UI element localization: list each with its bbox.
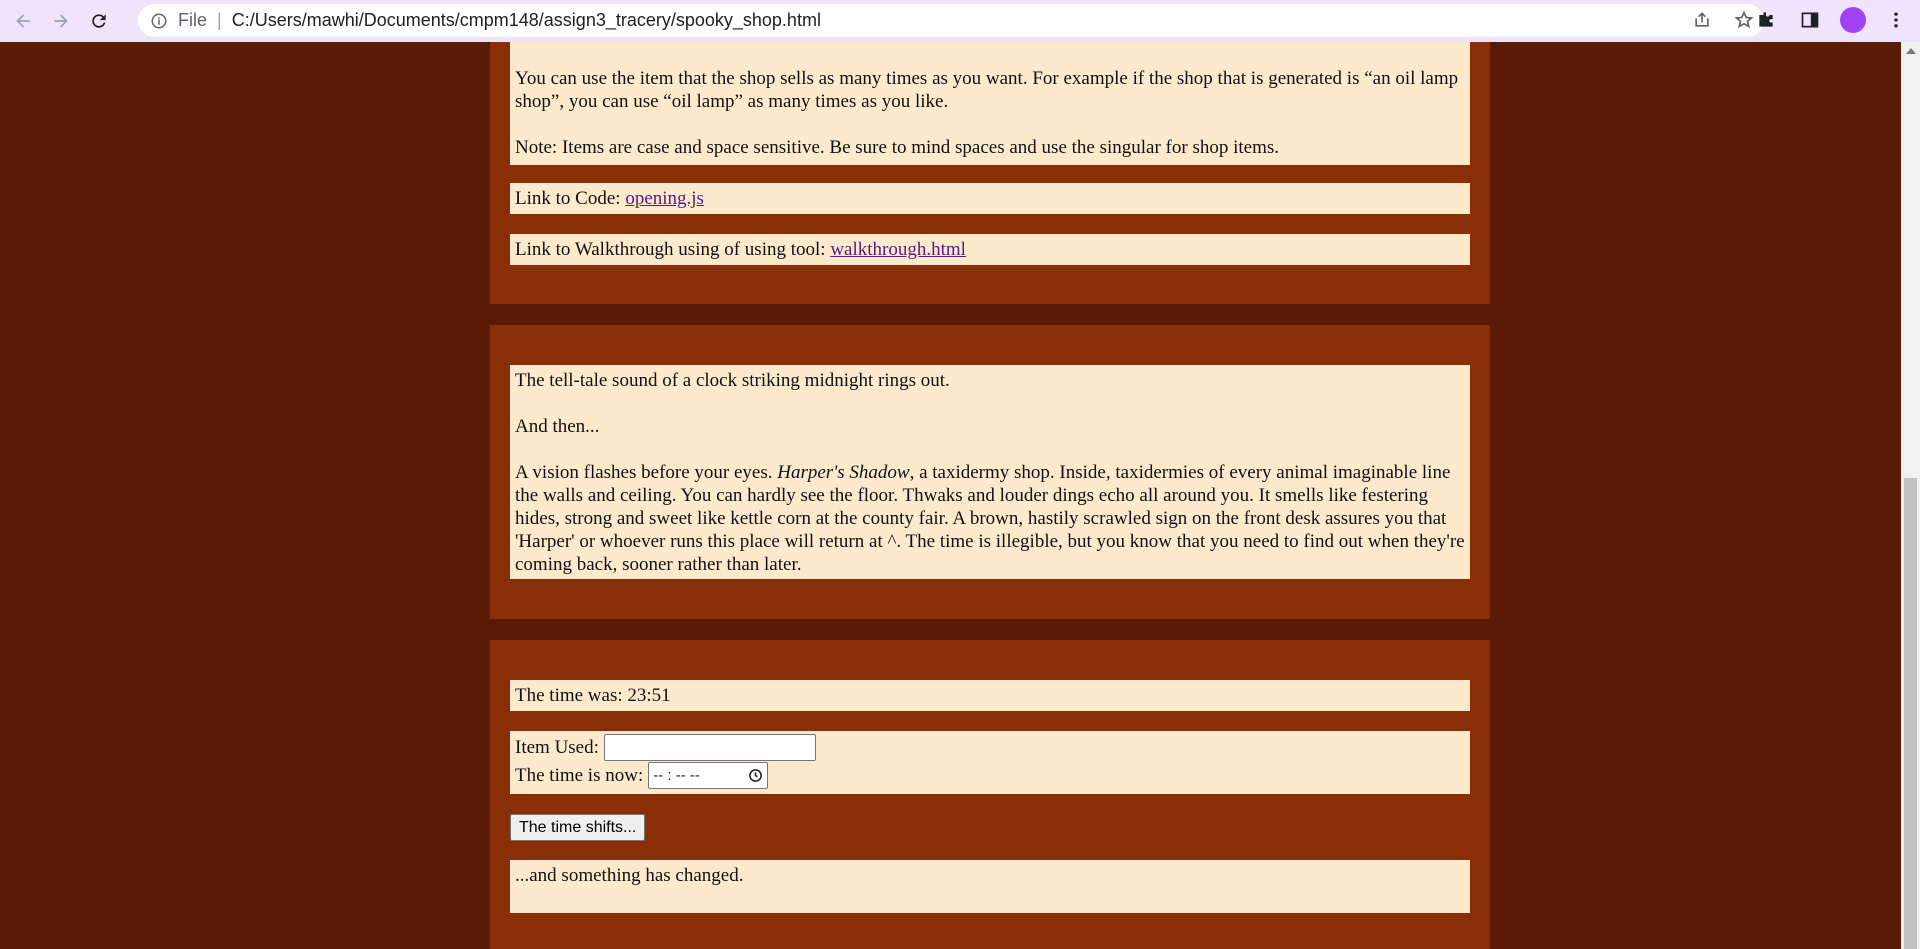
page-content: You can use the item that the shop sells… <box>0 42 1901 949</box>
case-sensitivity-note: Note: Items are case and space sensitive… <box>515 137 1280 158</box>
code-link-box: Link to Code: opening.js <box>510 183 1470 214</box>
page-scrollbar[interactable] <box>1901 42 1920 949</box>
address-bar[interactable]: File | C:/Users/mawhi/Documents/cmpm148/… <box>138 4 1764 37</box>
shop-name: Harper's Shadow <box>777 462 910 483</box>
instructions-panel: You can use the item that the shop sells… <box>490 42 1490 304</box>
walkthrough-link-box: Link to Walkthrough using of using tool:… <box>510 234 1470 265</box>
item-used-row: Item Used: <box>515 733 1465 761</box>
time-now-input[interactable]: -- : -- -- <box>648 761 769 789</box>
input-box: Item Used: The time is now: -- : -- -- <box>510 731 1470 794</box>
story-box: The tell-tale sound of a clock striking … <box>510 365 1470 579</box>
opening-js-link[interactable]: opening.js <box>625 188 704 209</box>
result-box: ...and something has changed. <box>510 860 1470 913</box>
vision-prefix: A vision flashes before your eyes. <box>515 462 773 483</box>
time-placeholder: -- : -- -- <box>653 766 700 784</box>
code-link-prefix: Link to Code: <box>515 188 621 209</box>
game-panel: The time was: 23:51 Item Used: The time … <box>490 640 1490 949</box>
extensions-puzzle-icon[interactable] <box>1752 6 1780 34</box>
clock-icon[interactable] <box>748 768 763 783</box>
time-now-label: The time is now: <box>515 764 644 786</box>
browser-toolbar: File | C:/Users/mawhi/Documents/cmpm148/… <box>0 0 1920 42</box>
instructions-box: You can use the item that the shop sells… <box>510 42 1470 165</box>
url-scheme-label: File <box>178 10 208 30</box>
time-shifts-button[interactable]: The time shifts... <box>510 814 646 841</box>
time-now-row: The time is now: -- : -- -- <box>515 761 1465 789</box>
clock-strike-text: The tell-tale sound of a clock striking … <box>515 370 950 391</box>
item-used-input[interactable] <box>603 733 816 761</box>
scroll-thumb[interactable] <box>1904 478 1917 949</box>
more-menu-icon[interactable] <box>1882 6 1910 34</box>
share-icon[interactable] <box>1690 8 1714 32</box>
scroll-up-arrow-icon[interactable] <box>1906 48 1916 54</box>
story-panel: The tell-tale sound of a clock striking … <box>490 325 1490 619</box>
time-was-box: The time was: 23:51 <box>510 680 1470 711</box>
walkthrough-html-link[interactable]: walkthrough.html <box>830 239 966 260</box>
time-was-text: The time was: 23:51 <box>515 685 671 706</box>
url-text[interactable]: C:/Users/mawhi/Documents/cmpm148/assign3… <box>232 10 821 31</box>
profile-avatar[interactable] <box>1840 7 1866 33</box>
result-text: ...and something has changed. <box>515 865 744 886</box>
forward-icon[interactable] <box>46 6 76 36</box>
reload-icon[interactable] <box>84 6 114 36</box>
vision-text: A vision flashes before your eyes. Harpe… <box>515 461 1465 576</box>
item-used-label: Item Used: <box>515 736 599 758</box>
info-icon[interactable] <box>150 12 168 30</box>
back-icon[interactable] <box>8 6 38 36</box>
item-reuse-text: You can use the item that the shop sells… <box>515 68 1459 112</box>
url-divider: | <box>217 10 222 30</box>
walkthrough-link-prefix: Link to Walkthrough using of using tool: <box>515 239 826 260</box>
side-panel-icon[interactable] <box>1796 6 1824 34</box>
and-then-text: And then... <box>515 416 600 437</box>
